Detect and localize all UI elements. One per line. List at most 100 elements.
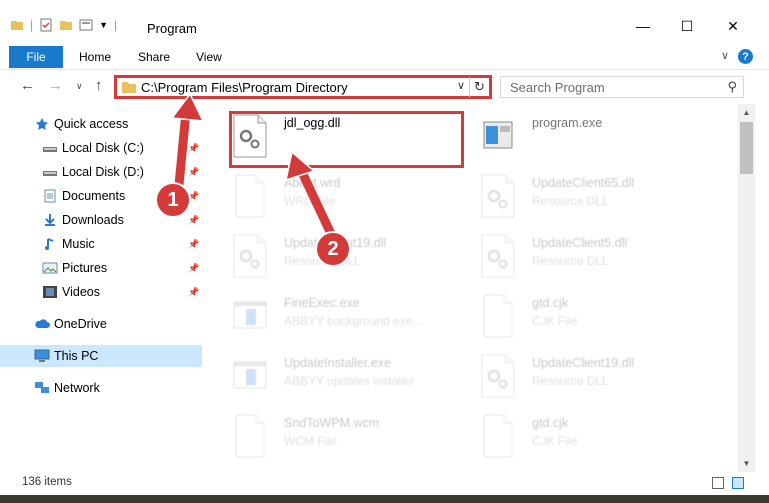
scroll-down-icon[interactable]: ▼ <box>738 455 755 472</box>
customize-icon[interactable] <box>79 18 93 32</box>
sidebar-item-music[interactable]: Music 📌 <box>0 233 202 255</box>
chevron-down-icon[interactable]: ▼ <box>99 20 108 30</box>
expand-ribbon-icon[interactable]: ∨ <box>721 49 729 62</box>
status-bar: 136 items <box>0 472 769 494</box>
file-type: CJK File <box>532 314 578 328</box>
pin-icon[interactable]: 📌 <box>188 215 199 226</box>
file-name: gtd.cjk <box>532 416 569 430</box>
dll-file-icon <box>232 234 268 278</box>
file-name: UpdateClient5.dll <box>532 236 628 250</box>
document-icon <box>480 414 516 458</box>
star-icon <box>34 117 50 131</box>
application-icon <box>232 354 268 398</box>
sidebar-item-network[interactable]: Network <box>0 377 202 399</box>
file-type: Resource DLL <box>532 374 609 388</box>
up-arrow-icon[interactable]: ↑ <box>95 77 103 94</box>
pin-icon[interactable]: 📌 <box>188 287 199 298</box>
vertical-scrollbar[interactable]: ▲ ▼ <box>738 104 755 472</box>
title-bar: | ▼ | Program — ☐ ✕ <box>0 0 769 44</box>
refresh-icon[interactable]: ↻ <box>469 77 489 97</box>
tab-home[interactable]: Home <box>79 50 111 64</box>
window-title: Program <box>147 21 197 36</box>
item-count: 136 items <box>22 476 72 488</box>
file-type: WCM File <box>284 434 337 448</box>
folder-icon <box>11 21 23 30</box>
sidebar-item-label: This PC <box>54 349 99 363</box>
file-item[interactable]: SndToWPM.wcm WCM File <box>218 410 458 462</box>
file-name: UpdateClient19.dll <box>532 356 635 370</box>
file-type: ABBYY updates installer <box>284 374 415 388</box>
tab-file[interactable]: File <box>9 46 63 68</box>
tab-share[interactable]: Share <box>138 50 170 64</box>
document-icon <box>232 174 268 218</box>
file-name: FineExec.exe <box>284 296 360 310</box>
sidebar-item-pictures[interactable]: Pictures 📌 <box>0 257 202 279</box>
search-icon[interactable]: ⚲ <box>727 79 737 95</box>
details-view-icon[interactable] <box>712 477 724 489</box>
document-icon <box>480 294 516 338</box>
file-item[interactable]: UpdateInstaller.exe ABBYY updates install… <box>218 350 458 402</box>
file-name: SndToWPM.wcm <box>284 416 380 430</box>
file-item[interactable]: program.exe <box>466 110 706 162</box>
file-item[interactable]: gtd.cjk CJK File <box>466 410 706 462</box>
properties-icon[interactable] <box>39 18 53 32</box>
file-type: ABBYY background exe... <box>284 314 423 328</box>
application-icon <box>232 294 268 338</box>
large-icons-view-icon[interactable] <box>732 477 744 489</box>
sidebar-item-local-disk-d[interactable]: Local Disk (D:) 📌 <box>0 161 202 183</box>
cloud-icon <box>34 317 50 331</box>
close-button[interactable]: ✕ <box>718 14 748 38</box>
dll-file-icon <box>480 234 516 278</box>
pin-icon[interactable]: 📌 <box>188 263 199 274</box>
file-type: CJK File <box>532 434 578 448</box>
file-item[interactable]: FineExec.exe ABBYY background exe... <box>218 290 458 342</box>
minimize-button[interactable]: — <box>628 14 658 38</box>
address-dropdown-icon[interactable]: ∨ <box>457 79 465 92</box>
forward-arrow-icon[interactable]: → <box>48 77 63 94</box>
scroll-thumb[interactable] <box>740 122 753 174</box>
dll-file-icon <box>480 354 516 398</box>
sidebar-item-quick-access[interactable]: Quick access <box>0 113 202 135</box>
sidebar-item-local-disk-c[interactable]: Local Disk (C:) 📌 <box>0 137 202 159</box>
search-input[interactable]: Search Program ⚲ <box>500 76 744 98</box>
sidebar-item-label: Pictures <box>62 261 108 275</box>
file-item[interactable]: UpdateClient65.dll Resource DLL <box>466 170 706 222</box>
file-name: UpdateClient65.dll <box>532 176 635 190</box>
recent-locations-icon[interactable]: ∨ <box>76 81 83 92</box>
videos-icon <box>42 285 58 299</box>
file-item[interactable]: About.wrd WRD File <box>218 170 458 222</box>
file-item[interactable]: UpdateClient5.dll Resource DLL <box>466 230 706 282</box>
address-bar[interactable]: C:\Program Files\Program Directory ∨ ↻ <box>114 75 492 99</box>
back-arrow-icon[interactable]: ← <box>20 77 35 94</box>
separator: | <box>114 18 118 32</box>
sidebar-item-label: Local Disk (D:) <box>62 165 144 179</box>
maximize-button[interactable]: ☐ <box>672 14 702 38</box>
new-folder-icon[interactable] <box>59 18 73 32</box>
sidebar-item-onedrive[interactable]: OneDrive <box>0 313 202 335</box>
pin-icon[interactable]: 📌 <box>188 239 199 250</box>
download-icon <box>42 213 58 227</box>
file-type: WRD File <box>284 194 336 208</box>
network-icon <box>34 381 50 395</box>
sidebar-item-label: Local Disk (C:) <box>62 141 144 155</box>
file-name: program.exe <box>532 116 603 130</box>
sidebar-item-label: Videos <box>62 285 100 299</box>
separator: | <box>30 18 34 32</box>
file-item[interactable]: UpdateClient19.dll Resource DLL <box>466 350 706 402</box>
sidebar-item-label: Network <box>54 381 100 395</box>
sidebar-item-videos[interactable]: Videos 📌 <box>0 281 202 303</box>
file-item[interactable]: gtd.cjk CJK File <box>466 290 706 342</box>
pin-icon[interactable]: 📌 <box>188 167 199 178</box>
quick-access-toolbar: | ▼ | <box>10 18 117 32</box>
file-name: About.wrd <box>284 176 341 190</box>
drive-icon <box>42 141 58 155</box>
help-icon[interactable]: ? <box>738 49 753 64</box>
ribbon-tabs: File Home Share View ∨ ? <box>0 44 769 70</box>
scroll-up-icon[interactable]: ▲ <box>738 104 755 121</box>
tab-view[interactable]: View <box>196 50 222 64</box>
pin-icon[interactable]: 📌 <box>188 143 199 154</box>
pictures-icon <box>42 261 58 275</box>
sidebar-item-this-pc[interactable]: This PC <box>0 345 202 367</box>
address-path[interactable]: C:\Program Files\Program Directory <box>141 80 348 95</box>
document-icon <box>232 414 268 458</box>
